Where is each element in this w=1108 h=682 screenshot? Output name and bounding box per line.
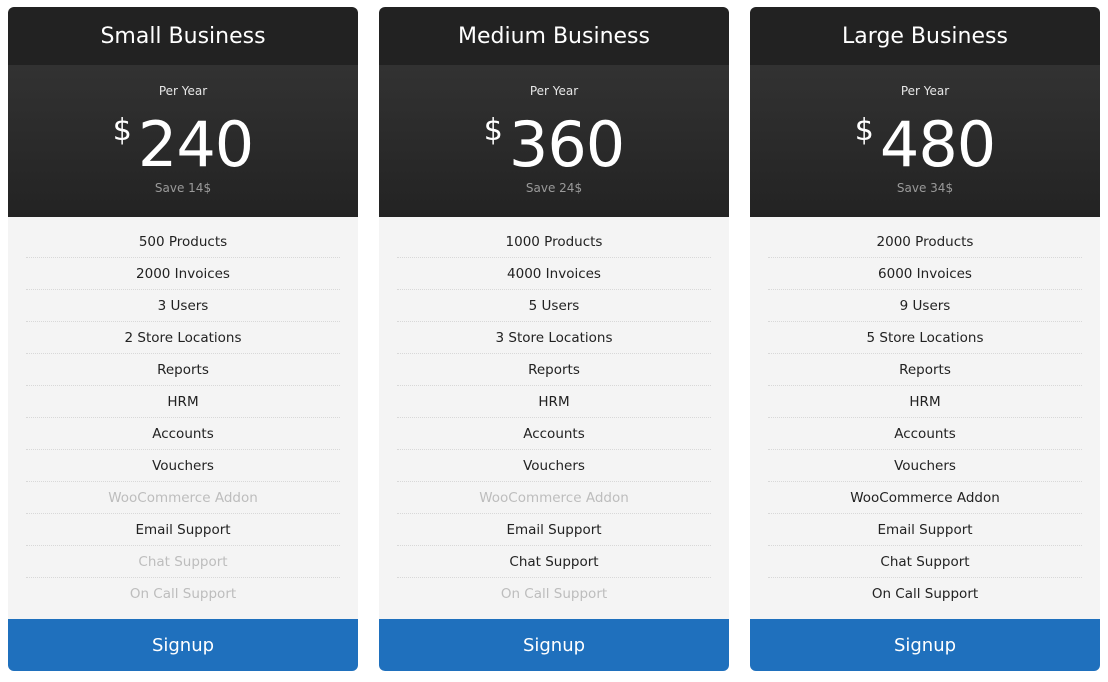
feature-item: 5 Users (397, 290, 711, 322)
feature-item: On Call Support (129, 586, 237, 602)
feature-item: WooCommerce Addon (397, 482, 711, 514)
feature-item: On Call Support (871, 586, 979, 602)
signup-button[interactable]: Signup (8, 619, 358, 671)
feature-item: Vouchers (26, 450, 340, 482)
feature-item: 4000 Invoices (397, 258, 711, 290)
feature-item: 5 Store Locations (768, 322, 1082, 354)
price-section: Per Year $360 Save 24$ (379, 65, 729, 217)
feature-item: Email Support (768, 514, 1082, 546)
feature-list: 1000 Products 4000 Invoices 5 Users 3 Store… (379, 217, 729, 619)
currency-symbol: $ (854, 113, 874, 148)
feature-item: HRM (26, 386, 340, 418)
currency-symbol: $ (483, 113, 503, 148)
billing-period: Per Year (529, 84, 579, 98)
billing-period: Per Year (900, 84, 950, 98)
feature-item: 6000 Invoices (768, 258, 1082, 290)
feature-item: 500 Products (26, 226, 340, 258)
feature-item: Accounts (26, 418, 340, 450)
feature-item: Accounts (397, 418, 711, 450)
feature-item: Reports (26, 354, 340, 386)
savings-text: Save 24$ (525, 181, 583, 195)
price-amount: 360 (508, 108, 625, 181)
feature-item: Email Support (397, 514, 711, 546)
pricing-card: Large Business Per Year $480 Save 34$ 20… (750, 7, 1100, 671)
price: $360 (379, 105, 729, 185)
feature-item: Chat Support (768, 546, 1082, 578)
savings-text: Save 34$ (896, 181, 954, 195)
feature-item: 2000 Invoices (26, 258, 340, 290)
feature-item: 2000 Products (768, 226, 1082, 258)
feature-list: 2000 Products 6000 Invoices 9 Users 5 Store… (750, 217, 1100, 619)
feature-item: On Call Support (500, 586, 608, 602)
feature-item: Vouchers (768, 450, 1082, 482)
feature-item: 9 Users (768, 290, 1082, 322)
price-section: Per Year $480 Save 34$ (750, 65, 1100, 217)
feature-item: WooCommerce Addon (768, 482, 1082, 514)
feature-item: WooCommerce Addon (26, 482, 340, 514)
signup-button[interactable]: Signup (750, 619, 1100, 671)
price-section: Per Year $240 Save 14$ (8, 65, 358, 217)
savings-text: Save 14$ (154, 181, 212, 195)
price: $240 (8, 105, 358, 185)
feature-item: 2 Store Locations (26, 322, 340, 354)
plan-title: Large Business (750, 7, 1100, 65)
feature-item: Email Support (26, 514, 340, 546)
billing-period: Per Year (158, 84, 208, 98)
signup-button[interactable]: Signup (379, 619, 729, 671)
price: $480 (750, 105, 1100, 185)
feature-item: 3 Store Locations (397, 322, 711, 354)
feature-item: 1000 Products (397, 226, 711, 258)
feature-item: HRM (397, 386, 711, 418)
feature-item: Accounts (768, 418, 1082, 450)
currency-symbol: $ (112, 113, 132, 148)
feature-item: 3 Users (26, 290, 340, 322)
pricing-card: Small Business Per Year $240 Save 14$ 50… (8, 7, 358, 671)
price-amount: 240 (137, 108, 254, 181)
feature-list: 500 Products 2000 Invoices 3 Users 2 Store … (8, 217, 358, 619)
plan-title: Medium Business (379, 7, 729, 65)
price-amount: 480 (879, 108, 996, 181)
plan-title: Small Business (8, 7, 358, 65)
feature-item: Chat Support (397, 546, 711, 578)
pricing-card: Medium Business Per Year $360 Save 24$ 1… (379, 7, 729, 671)
feature-item: HRM (768, 386, 1082, 418)
feature-item: Reports (768, 354, 1082, 386)
feature-item: Vouchers (397, 450, 711, 482)
feature-item: Chat Support (26, 546, 340, 578)
feature-item: Reports (397, 354, 711, 386)
